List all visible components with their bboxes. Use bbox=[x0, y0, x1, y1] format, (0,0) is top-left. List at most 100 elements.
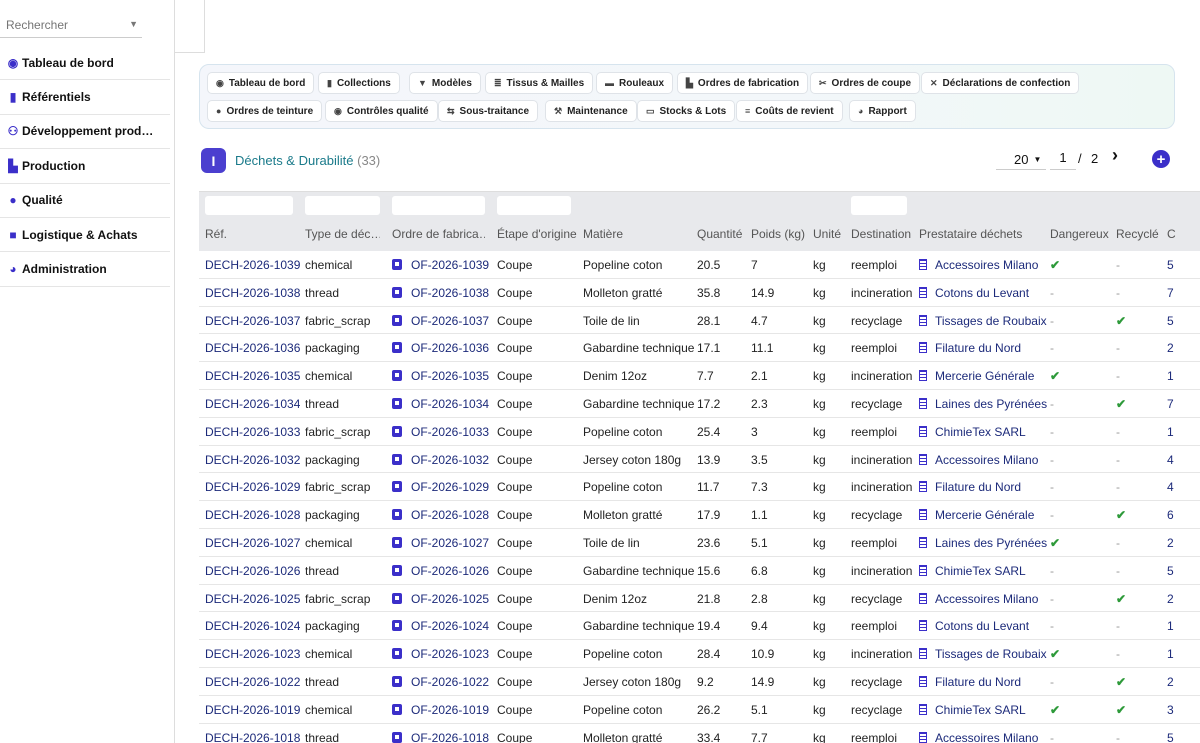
table-row[interactable]: DECH-2026-1023 chemical OF-2026-1023 Coupe P… bbox=[199, 640, 1200, 668]
prestataire-link[interactable]: ChimieTex SARL bbox=[919, 703, 1026, 717]
page-size-select[interactable]: 20 ▼ bbox=[996, 149, 1046, 170]
table-row[interactable]: DECH-2026-1018 thread OF-2026-1018 Coupe Mol… bbox=[199, 724, 1200, 743]
ref-link[interactable]: DECH-2026-1018 bbox=[205, 731, 300, 743]
of-link[interactable]: OF-2026-1019 bbox=[392, 703, 489, 717]
column-header-quantite[interactable]: Quantité bbox=[697, 227, 742, 241]
table-row[interactable]: DECH-2026-1024 packaging OF-2026-1024 Coupe… bbox=[199, 612, 1200, 641]
sidebar-item-referentiels[interactable]: ▮ Référentiels bbox=[0, 80, 170, 115]
chevron-down-icon[interactable]: ▼ bbox=[129, 19, 138, 29]
search-box[interactable]: ▼ bbox=[0, 14, 142, 38]
of-link[interactable]: OF-2026-1028 bbox=[392, 508, 489, 522]
of-link[interactable]: OF-2026-1024 bbox=[392, 619, 489, 633]
of-link[interactable]: OF-2026-1022 bbox=[392, 675, 489, 689]
table-row[interactable]: DECH-2026-1027 chemical OF-2026-1027 Coupe T… bbox=[199, 529, 1200, 557]
toolbar-ordres-fabrication-button[interactable]: ▙ Ordres de fabrication bbox=[677, 72, 809, 94]
ref-link[interactable]: DECH-2026-1027 bbox=[205, 536, 300, 550]
sidebar-item-developpement[interactable]: ⚇ Développement prod… bbox=[0, 115, 170, 150]
of-link[interactable]: OF-2026-1036 bbox=[392, 341, 489, 355]
column-header-prestataire[interactable]: Prestataire déchets bbox=[919, 227, 1022, 241]
sidebar-toggle[interactable] bbox=[175, 0, 205, 53]
prestataire-link[interactable]: Accessoires Milano bbox=[919, 731, 1038, 743]
toolbar-collections-button[interactable]: ▮ Collections bbox=[318, 72, 400, 94]
sidebar-item-tableau-de-bord[interactable]: ◉ Tableau de bord bbox=[0, 46, 170, 81]
of-link[interactable]: OF-2026-1032 bbox=[392, 453, 489, 467]
toolbar-ordres-coupe-button[interactable]: ✂ Ordres de coupe bbox=[810, 72, 921, 94]
filter-of[interactable] bbox=[392, 196, 485, 215]
of-link[interactable]: OF-2026-1027 bbox=[392, 536, 489, 550]
column-header-type[interactable]: Type de déc… bbox=[305, 227, 380, 241]
filter-destination[interactable] bbox=[851, 196, 907, 215]
toolbar-rapport-button[interactable]: ◕ Rapport bbox=[849, 100, 916, 122]
column-header-ref[interactable]: Réf. bbox=[205, 227, 227, 241]
table-row[interactable]: DECH-2026-1026 thread OF-2026-1026 Coupe Gab… bbox=[199, 557, 1200, 585]
column-header-c[interactable]: C bbox=[1167, 227, 1176, 241]
sidebar-item-qualite[interactable]: ● Qualité bbox=[0, 184, 170, 218]
ref-link[interactable]: DECH-2026-1035 bbox=[205, 369, 300, 383]
column-header-of[interactable]: Ordre de fabrica… bbox=[392, 227, 485, 241]
toolbar-sous-traitance-button[interactable]: ⇆ Sous-traitance bbox=[438, 100, 539, 122]
of-link[interactable]: OF-2026-1033 bbox=[392, 425, 489, 439]
ref-link[interactable]: DECH-2026-1037 bbox=[205, 314, 300, 328]
next-page-icon[interactable]: › bbox=[1112, 145, 1118, 166]
ref-link[interactable]: DECH-2026-1026 bbox=[205, 564, 300, 578]
column-header-matiere[interactable]: Matière bbox=[583, 227, 623, 241]
prestataire-link[interactable]: Filature du Nord bbox=[919, 675, 1021, 689]
search-input[interactable] bbox=[0, 14, 120, 36]
ref-link[interactable]: DECH-2026-1038 bbox=[205, 286, 300, 300]
column-header-etape[interactable]: Étape d'origine bbox=[497, 227, 577, 241]
prestataire-link[interactable]: Laines des Pyrénées bbox=[919, 536, 1047, 550]
filter-ref[interactable] bbox=[205, 196, 293, 215]
column-header-dangereux[interactable]: Dangereux bbox=[1050, 227, 1109, 241]
prestataire-link[interactable]: Accessoires Milano bbox=[919, 453, 1038, 467]
column-header-destination[interactable]: Destination bbox=[851, 227, 911, 241]
table-row[interactable]: DECH-2026-1033 fabric_scrap OF-2026-1033 Co… bbox=[199, 418, 1200, 446]
of-link[interactable]: OF-2026-1038 bbox=[392, 286, 489, 300]
ref-link[interactable]: DECH-2026-1023 bbox=[205, 647, 300, 661]
ref-link[interactable]: DECH-2026-1032 bbox=[205, 453, 300, 467]
toolbar-tissus-button[interactable]: ≣ Tissus & Mailles bbox=[485, 72, 594, 94]
sidebar-item-logistique[interactable]: ■ Logistique & Achats bbox=[0, 218, 170, 253]
ref-link[interactable]: DECH-2026-1024 bbox=[205, 619, 300, 633]
toolbar-stocks-button[interactable]: ▭ Stocks & Lots bbox=[637, 100, 736, 122]
prestataire-link[interactable]: ChimieTex SARL bbox=[919, 564, 1026, 578]
prestataire-link[interactable]: Accessoires Milano bbox=[919, 258, 1038, 272]
of-link[interactable]: OF-2026-1026 bbox=[392, 564, 489, 578]
of-link[interactable]: OF-2026-1018 bbox=[392, 731, 489, 743]
table-row[interactable]: DECH-2026-1025 fabric_scrap OF-2026-1025 Co… bbox=[199, 585, 1200, 613]
table-row[interactable]: DECH-2026-1035 chemical OF-2026-1035 Coupe D… bbox=[199, 362, 1200, 390]
of-link[interactable]: OF-2026-1029 bbox=[392, 480, 489, 494]
of-link[interactable]: OF-2026-1037 bbox=[392, 314, 489, 328]
prestataire-link[interactable]: Tissages de Roubaix bbox=[919, 647, 1047, 661]
toolbar-tableau-de-bord-button[interactable]: ◉ Tableau de bord bbox=[207, 72, 315, 94]
sidebar-item-production[interactable]: ▙ Production bbox=[0, 149, 170, 184]
sidebar-item-administration[interactable]: ◕ Administration bbox=[0, 252, 170, 287]
toolbar-couts-button[interactable]: ≡ Coûts de revient bbox=[736, 100, 843, 122]
of-link[interactable]: OF-2026-1039 bbox=[392, 258, 489, 272]
prestataire-link[interactable]: Laines des Pyrénées bbox=[919, 397, 1047, 411]
of-link[interactable]: OF-2026-1023 bbox=[392, 647, 489, 661]
prestataire-link[interactable]: Cotons du Levant bbox=[919, 286, 1029, 300]
table-row[interactable]: DECH-2026-1034 thread OF-2026-1034 Coupe Gab… bbox=[199, 390, 1200, 418]
toolbar-declarations-button[interactable]: ✕ Déclarations de confection bbox=[921, 72, 1080, 94]
toolbar-maintenance-button[interactable]: ⚒ Maintenance bbox=[545, 100, 637, 122]
table-row[interactable]: DECH-2026-1019 chemical OF-2026-1019 Coupe P… bbox=[199, 696, 1200, 724]
table-row[interactable]: DECH-2026-1022 thread OF-2026-1022 Coupe Jer… bbox=[199, 668, 1200, 696]
toolbar-controles-qualite-button[interactable]: ◉ Contrôles qualité bbox=[325, 100, 438, 122]
ref-link[interactable]: DECH-2026-1034 bbox=[205, 397, 300, 411]
filter-type[interactable] bbox=[305, 196, 380, 215]
toolbar-rouleaux-button[interactable]: ▬ Rouleaux bbox=[596, 72, 674, 94]
ref-link[interactable]: DECH-2026-1025 bbox=[205, 592, 300, 606]
column-header-recycle[interactable]: Recyclé bbox=[1116, 227, 1159, 241]
prestataire-link[interactable]: Mercerie Générale bbox=[919, 508, 1034, 522]
table-row[interactable]: DECH-2026-1039 chemical OF-2026-1039 Coupe P… bbox=[199, 251, 1200, 279]
table-row[interactable]: DECH-2026-1032 packaging OF-2026-1032 Coupe… bbox=[199, 446, 1200, 474]
of-link[interactable]: OF-2026-1025 bbox=[392, 592, 489, 606]
table-row[interactable]: DECH-2026-1028 packaging OF-2026-1028 Coupe… bbox=[199, 501, 1200, 529]
prestataire-link[interactable]: Cotons du Levant bbox=[919, 619, 1029, 633]
ref-link[interactable]: DECH-2026-1019 bbox=[205, 703, 300, 717]
ref-link[interactable]: DECH-2026-1033 bbox=[205, 425, 300, 439]
ref-link[interactable]: DECH-2026-1028 bbox=[205, 508, 300, 522]
column-header-poids[interactable]: Poids (kg) bbox=[751, 227, 805, 241]
prestataire-link[interactable]: Filature du Nord bbox=[919, 341, 1021, 355]
table-row[interactable]: DECH-2026-1037 fabric_scrap OF-2026-1037 Co… bbox=[199, 307, 1200, 335]
